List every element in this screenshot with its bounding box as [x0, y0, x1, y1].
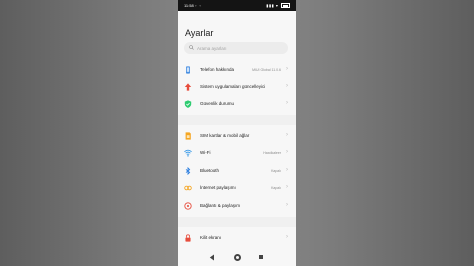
settings-item-label: Güvenlik durumu — [200, 101, 235, 106]
bluetooth-icon — [185, 167, 191, 175]
lock-screen-icon — [185, 234, 191, 242]
chevron-right-icon: › — [286, 66, 288, 72]
settings-item-system-updater[interactable]: Sistem uygulamaları güncelleyici › — [178, 79, 296, 95]
settings-item-label: Wi-Fi — [200, 150, 211, 155]
recents-icon[interactable] — [259, 255, 263, 259]
settings-item-value: Kapalı — [271, 168, 281, 173]
chevron-right-icon: › — [286, 132, 288, 138]
battery-icon — [281, 3, 290, 9]
sim-card-icon — [185, 132, 191, 140]
settings-item-label: Sistem uygulamaları güncelleyici — [200, 84, 266, 89]
back-icon[interactable] — [209, 254, 215, 261]
connection-share-icon — [184, 202, 192, 210]
settings-item-hotspot[interactable]: İnternet paylaşımı Kapalı › — [178, 180, 296, 196]
navigation-bar — [178, 250, 296, 266]
wifi-icon — [184, 149, 192, 157]
status-indicators: ▮▮▮ ▾ — [266, 3, 290, 9]
notification-icons: ◦ ◦ — [195, 3, 202, 8]
settings-item-label: Bağlantı & paylaşım — [200, 203, 241, 208]
arrow-up-icon — [184, 83, 192, 91]
settings-item-value: Kapalı — [271, 185, 281, 190]
settings-item-value: MIUI Global 11.0.6 — [252, 67, 281, 72]
settings-item-about-phone[interactable]: Telefon hakkında MIUI Global 11.0.6 › — [178, 62, 296, 78]
hotspot-icon — [184, 185, 192, 191]
section-divider — [178, 217, 296, 227]
settings-item-sim-cards[interactable]: SIM kartlar & mobil ağlar › — [178, 128, 296, 144]
home-icon[interactable] — [234, 254, 241, 261]
chevron-right-icon: › — [286, 234, 288, 240]
chevron-right-icon: › — [286, 167, 288, 173]
settings-item-lock-screen[interactable]: Kilit ekranı › — [178, 230, 296, 246]
settings-item-wifi[interactable]: Wi-Fi Haxdkaleer › — [178, 145, 296, 161]
status-time: 11:58 — [184, 3, 194, 8]
settings-item-label: SIM kartlar & mobil ağlar — [200, 133, 250, 138]
chevron-right-icon: › — [286, 184, 288, 190]
search-icon — [189, 44, 194, 50]
chevron-right-icon: › — [286, 100, 288, 106]
settings-item-label: Kilit ekranı — [200, 235, 222, 240]
chevron-right-icon: › — [286, 202, 288, 208]
settings-item-label: Telefon hakkında — [200, 67, 235, 72]
phone-info-icon — [186, 66, 190, 74]
page-title: Ayarlar — [185, 28, 214, 38]
chevron-right-icon: › — [286, 83, 288, 89]
search-input[interactable] — [197, 42, 282, 54]
section-divider — [178, 115, 296, 125]
settings-item-label: Bluetooth — [200, 168, 220, 173]
settings-item-label: İnternet paylaşımı — [200, 185, 236, 190]
settings-item-value: Haxdkaleer — [263, 150, 281, 155]
settings-item-connection-sharing[interactable]: Bağlantı & paylaşım › — [178, 198, 296, 214]
shield-check-icon — [184, 100, 192, 108]
status-bar: 11:58 ◦ ◦ ▮▮▮ ▾ — [178, 0, 296, 11]
phone-screen: 11:58 ◦ ◦ ▮▮▮ ▾ Ayarlar Telefon hakkında… — [178, 0, 296, 266]
search-bar[interactable] — [184, 42, 288, 54]
chevron-right-icon: › — [286, 149, 288, 155]
settings-item-bluetooth[interactable]: Bluetooth Kapalı › — [178, 163, 296, 179]
signal-icon: ▮▮▮ ▾ — [266, 3, 279, 8]
settings-item-security-status[interactable]: Güvenlik durumu › — [178, 96, 296, 112]
